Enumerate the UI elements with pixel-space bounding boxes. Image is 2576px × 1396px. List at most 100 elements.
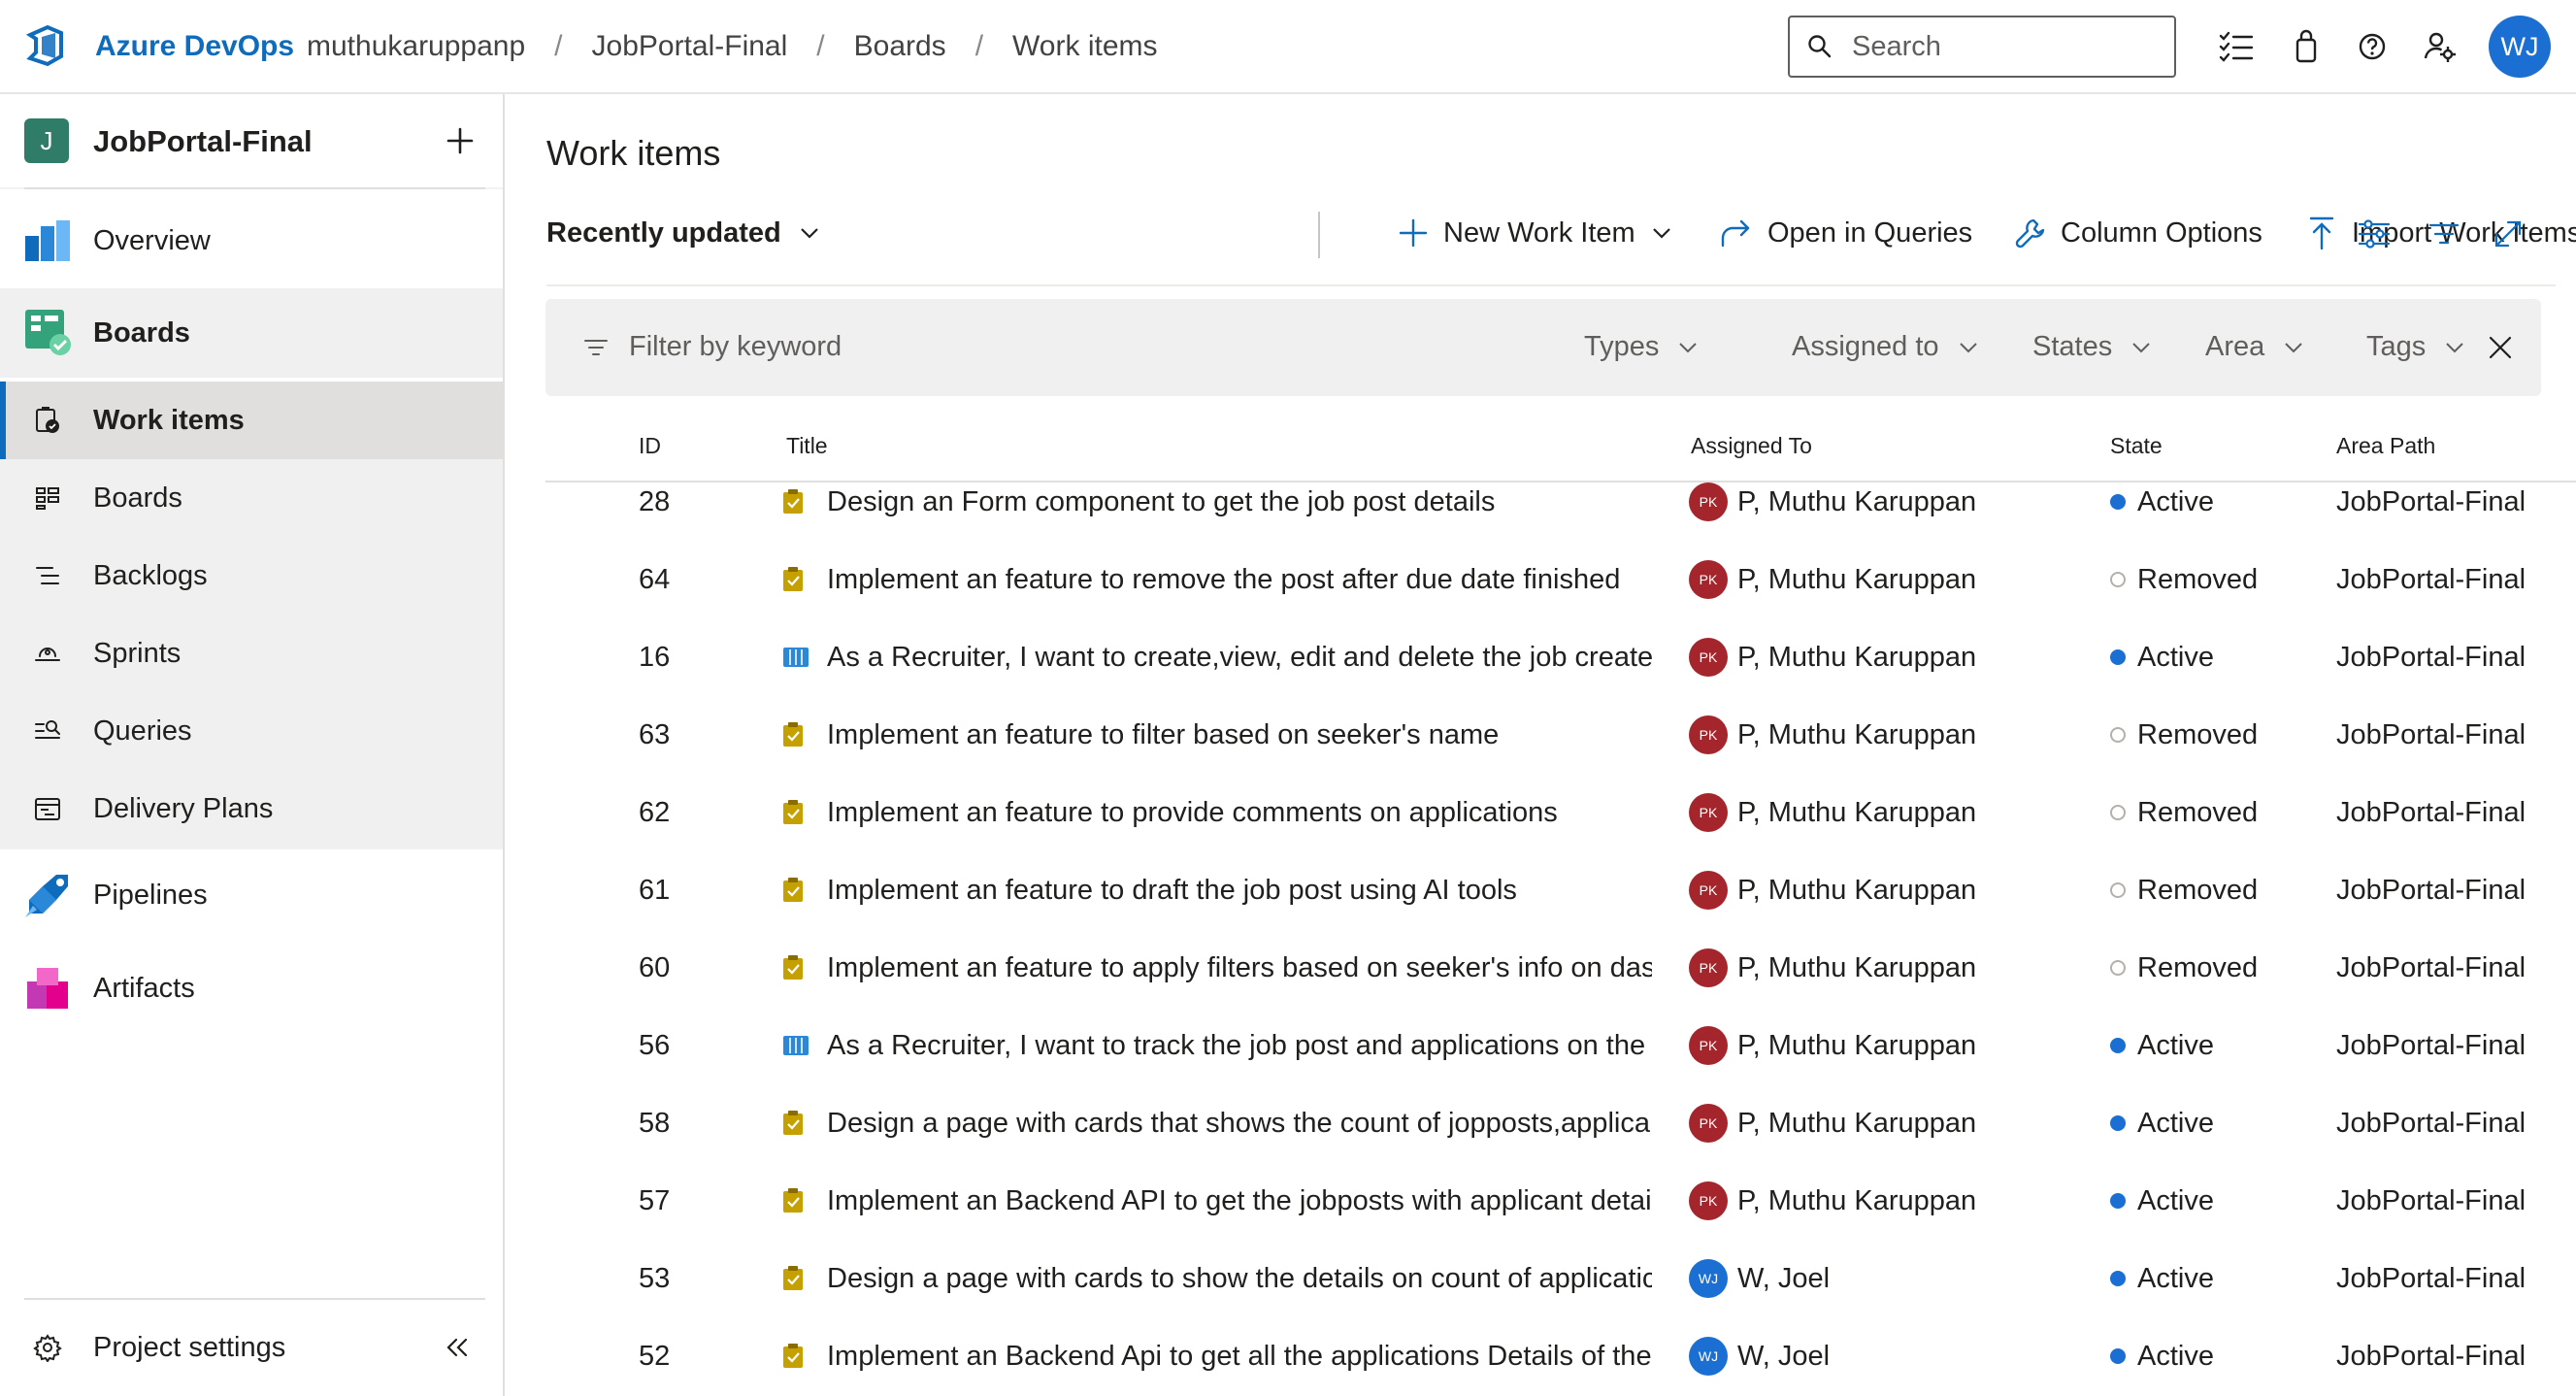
open-in-queries-button[interactable]: Open in Queries xyxy=(1719,209,1972,257)
work-item-id[interactable]: 58 xyxy=(639,1084,716,1162)
column-header-title[interactable]: Title xyxy=(786,433,828,459)
assigned-to-cell[interactable]: PK P, Muthu Karuppan xyxy=(1689,774,1980,851)
assigned-to-filter-dropdown[interactable]: Assigned to xyxy=(1792,331,1980,363)
breadcrumb-org[interactable]: muthukaruppanp xyxy=(307,30,525,63)
sidebar-item-queries[interactable]: Queries xyxy=(0,692,503,770)
column-header-id[interactable]: ID xyxy=(639,433,661,459)
work-item-id[interactable]: 64 xyxy=(639,541,716,618)
sidebar-item-artifacts[interactable]: Artifacts xyxy=(0,945,503,1032)
sidebar-item-overview[interactable]: Overview xyxy=(0,197,503,284)
table-row[interactable]: 56 As a Recruiter, I want to track the jo… xyxy=(545,1007,2576,1084)
filter-icon[interactable] xyxy=(2427,216,2461,251)
view-options-icon[interactable] xyxy=(2357,216,2392,251)
sidebar-item-work-items[interactable]: Work items xyxy=(0,382,503,459)
sidebar: J JobPortal-Final Overview Boards Work i… xyxy=(0,94,505,1396)
azure-devops-logo-icon[interactable] xyxy=(26,23,71,68)
work-item-title[interactable]: Design a page with cards to show the det… xyxy=(827,1240,1652,1317)
work-item-id[interactable]: 16 xyxy=(639,618,716,696)
area-filter-dropdown[interactable]: Area xyxy=(2205,331,2305,363)
project-name[interactable]: JobPortal-Final xyxy=(93,124,313,159)
sidebar-item-pipelines[interactable]: Pipelines xyxy=(0,851,503,939)
work-item-title[interactable]: Implement an Backend Api to get all the … xyxy=(827,1317,1652,1395)
assigned-to-cell[interactable]: WJ W, Joel xyxy=(1689,1317,1980,1395)
work-item-id[interactable]: 52 xyxy=(639,1317,716,1395)
assigned-to-cell[interactable]: PK P, Muthu Karuppan xyxy=(1689,463,1980,541)
keyword-filter-input[interactable]: Filter by keyword xyxy=(629,331,842,363)
work-item-title[interactable]: Implement an feature to provide comments… xyxy=(827,774,1652,851)
column-options-button[interactable]: Column Options xyxy=(2014,209,2262,257)
sidebar-item-boards-hub[interactable]: Boards xyxy=(0,288,503,378)
work-item-title[interactable]: Implement an Backend API to get the jobp… xyxy=(827,1162,1652,1240)
chevron-down-icon[interactable] xyxy=(1649,220,1674,246)
work-item-id[interactable]: 61 xyxy=(639,851,716,929)
assigned-to-cell[interactable]: PK P, Muthu Karuppan xyxy=(1689,1084,1980,1162)
tags-filter-dropdown[interactable]: Tags xyxy=(2366,331,2466,363)
work-item-title[interactable]: As a Recruiter, I want to track the job … xyxy=(827,1007,1652,1084)
work-item-id[interactable]: 28 xyxy=(639,463,716,541)
project-avatar[interactable]: J xyxy=(24,118,69,163)
table-row[interactable]: 16 As a Recruiter, I want to create,view,… xyxy=(545,618,2576,696)
column-header-assigned-to[interactable]: Assigned To xyxy=(1691,433,1812,459)
work-item-id[interactable]: 60 xyxy=(639,929,716,1007)
states-filter-dropdown[interactable]: States xyxy=(2032,331,2153,363)
table-row[interactable]: 62 Implement an feature to provide commen… xyxy=(545,774,2576,851)
view-selector-dropdown[interactable]: Recently updated xyxy=(546,209,822,257)
chevron-down-icon xyxy=(2132,342,2150,352)
assigned-to-cell[interactable]: PK P, Muthu Karuppan xyxy=(1689,929,1980,1007)
plus-icon[interactable] xyxy=(441,121,479,160)
sidebar-item-delivery-plans[interactable]: Delivery Plans xyxy=(0,770,503,848)
work-item-title[interactable]: Implement an feature to filter based on … xyxy=(827,696,1652,774)
work-item-title[interactable]: Implement an feature to apply filters ba… xyxy=(827,929,1652,1007)
shopping-bag-icon[interactable] xyxy=(2287,27,2326,66)
work-item-id[interactable]: 57 xyxy=(639,1162,716,1240)
project-settings-link[interactable]: Project settings xyxy=(0,1313,503,1381)
table-row[interactable]: 58 Design a page with cards that shows th… xyxy=(545,1084,2576,1162)
user-avatar[interactable]: WJ xyxy=(2489,16,2551,78)
brand-name[interactable]: Azure DevOps xyxy=(95,30,294,63)
work-item-title[interactable]: Implement an feature to remove the post … xyxy=(827,541,1652,618)
sidebar-item-boards[interactable]: Boards xyxy=(0,459,503,537)
assignee-name: P, Muthu Karuppan xyxy=(1737,718,1977,750)
work-item-title[interactable]: Design a page with cards that shows the … xyxy=(827,1084,1652,1162)
assigned-to-cell[interactable]: PK P, Muthu Karuppan xyxy=(1689,618,1980,696)
close-icon[interactable] xyxy=(2487,334,2514,361)
task-icon xyxy=(783,1188,803,1213)
table-row[interactable]: 64 Implement an feature to remove the pos… xyxy=(545,541,2576,618)
assigned-to-cell[interactable]: PK P, Muthu Karuppan xyxy=(1689,696,1980,774)
breadcrumb-work-items[interactable]: Work items xyxy=(1012,30,1157,63)
work-item-title[interactable]: Design an Form component to get the job … xyxy=(827,463,1652,541)
expand-icon[interactable] xyxy=(2491,216,2526,251)
table-row[interactable]: 52 Implement an Backend Api to get all th… xyxy=(545,1317,2576,1395)
types-filter-dropdown[interactable]: Types xyxy=(1584,331,1700,363)
assigned-to-cell[interactable]: PK P, Muthu Karuppan xyxy=(1689,541,1980,618)
sidebar-item-sprints[interactable]: Sprints xyxy=(0,615,503,692)
help-icon[interactable] xyxy=(2353,27,2392,66)
assigned-to-cell[interactable]: PK P, Muthu Karuppan xyxy=(1689,851,1980,929)
assigned-to-cell[interactable]: WJ W, Joel xyxy=(1689,1240,1980,1317)
column-header-state[interactable]: State xyxy=(2110,433,2163,459)
table-row[interactable]: 60 Implement an feature to apply filters … xyxy=(545,929,2576,1007)
table-row[interactable]: 53 Design a page with cards to show the d… xyxy=(545,1240,2576,1317)
search-input[interactable]: Search xyxy=(1788,16,2176,78)
assigned-to-cell[interactable]: PK P, Muthu Karuppan xyxy=(1689,1162,1980,1240)
assigned-to-cell[interactable]: PK P, Muthu Karuppan xyxy=(1689,1007,1980,1084)
sidebar-item-backlogs[interactable]: Backlogs xyxy=(0,537,503,615)
breadcrumb-project[interactable]: JobPortal-Final xyxy=(592,30,788,63)
checklist-icon[interactable] xyxy=(2217,27,2256,66)
column-header-area-path[interactable]: Area Path xyxy=(2336,433,2435,459)
work-item-id[interactable]: 63 xyxy=(639,696,716,774)
work-item-title[interactable]: As a Recruiter, I want to create,view, e… xyxy=(827,618,1652,696)
table-row[interactable]: 63 Implement an feature to filter based o… xyxy=(545,696,2576,774)
work-item-id[interactable]: 62 xyxy=(639,774,716,851)
sidebar-item-label: Pipelines xyxy=(93,879,208,911)
work-item-id[interactable]: 53 xyxy=(639,1240,716,1317)
table-row[interactable]: 57 Implement an Backend API to get the jo… xyxy=(545,1162,2576,1240)
breadcrumb-boards[interactable]: Boards xyxy=(854,30,946,63)
work-item-id[interactable]: 56 xyxy=(639,1007,716,1084)
table-row[interactable]: 61 Implement an feature to draft the job … xyxy=(545,851,2576,929)
new-work-item-button[interactable]: New Work Item xyxy=(1397,209,1674,257)
work-item-title[interactable]: Implement an feature to draft the job po… xyxy=(827,851,1652,929)
collapse-sidebar-icon[interactable] xyxy=(443,1333,472,1362)
user-settings-icon[interactable] xyxy=(2421,27,2460,66)
table-row[interactable]: 28 Design an Form component to get the jo… xyxy=(545,463,2576,541)
